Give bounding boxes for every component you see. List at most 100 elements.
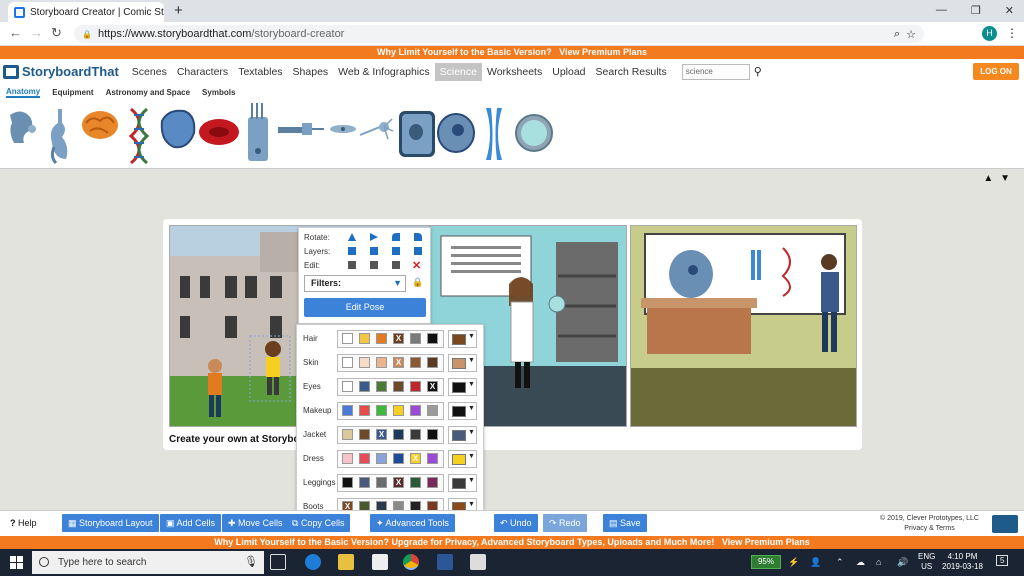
microphone-icon[interactable]: 🎙	[244, 551, 258, 574]
photos-icon[interactable]	[470, 554, 486, 570]
advanced-tools-button[interactable]: ✦ Advanced Tools	[370, 514, 455, 532]
color-swatch[interactable]	[359, 381, 370, 392]
add-cells-button[interactable]: ▣ Add Cells	[160, 514, 222, 532]
color-swatch[interactable]: X	[393, 357, 404, 368]
lock-icon[interactable]: 🔒	[412, 277, 423, 288]
send-back-icon[interactable]	[414, 247, 422, 255]
volume-icon[interactable]: 🔊	[897, 557, 908, 568]
color-swatch[interactable]	[376, 333, 387, 344]
color-swatch[interactable]	[427, 453, 438, 464]
color-swatch[interactable]	[359, 453, 370, 464]
edge-icon[interactable]	[305, 554, 321, 570]
nav-item-science[interactable]: Science	[434, 62, 482, 81]
promo-banner-top[interactable]: Why Limit Yourself to the Basic Version?…	[0, 46, 1024, 59]
copy-cells-button[interactable]: ⧉ Copy Cells	[286, 514, 351, 532]
language-indicator[interactable]: ENG US	[918, 552, 935, 572]
color-swatch[interactable]	[427, 429, 438, 440]
color-swatch[interactable]	[376, 381, 387, 392]
animal-cell-icon[interactable]	[436, 112, 476, 154]
battery-indicator[interactable]: 95%	[751, 555, 781, 569]
color-swatch[interactable]	[427, 357, 438, 368]
help-link[interactable]: ? Help	[10, 518, 37, 528]
nav-item-web-infographics[interactable]: Web & Infographics	[333, 63, 434, 81]
copy-icon[interactable]	[348, 261, 356, 269]
plant-cell-icon[interactable]	[398, 110, 436, 158]
crop-icon[interactable]	[392, 261, 400, 269]
color-picker-dropdown[interactable]: ▼	[448, 330, 477, 348]
color-swatch[interactable]	[410, 357, 421, 368]
login-button[interactable]: LOG ON	[973, 63, 1019, 80]
color-swatch[interactable]	[342, 477, 353, 488]
color-swatch[interactable]	[342, 357, 353, 368]
dna-icon[interactable]	[128, 107, 150, 165]
red-blood-cell-icon[interactable]	[198, 117, 240, 147]
promo-link[interactable]: View Premium Plans	[559, 47, 647, 57]
search-input[interactable]	[681, 63, 750, 80]
bookmark-star-icon[interactable]: ☆	[906, 28, 916, 41]
rotate-right-icon[interactable]	[414, 233, 422, 241]
color-swatch[interactable]	[410, 405, 421, 416]
reload-button[interactable]: ↻	[51, 25, 62, 41]
color-swatch[interactable]	[359, 333, 370, 344]
filters-dropdown[interactable]: Filters: ▼	[304, 275, 406, 292]
minimize-button[interactable]: —	[936, 4, 947, 17]
color-swatch[interactable]	[410, 429, 421, 440]
color-swatch[interactable]	[410, 333, 421, 344]
system-clock[interactable]: 4:10 PM 2019-03-18	[942, 552, 983, 572]
browser-menu-icon[interactable]: ⋮	[1006, 26, 1018, 40]
color-swatch[interactable]	[393, 405, 404, 416]
flip-vertical-icon[interactable]	[348, 233, 356, 241]
color-swatch[interactable]	[393, 453, 404, 464]
flip-horizontal-icon[interactable]	[370, 233, 378, 241]
ear-icon[interactable]	[4, 107, 40, 147]
brain-icon[interactable]	[80, 107, 120, 143]
color-swatch[interactable]	[342, 429, 353, 440]
color-swatch[interactable]	[376, 453, 387, 464]
tray-chevron-icon[interactable]: ⌃	[836, 557, 844, 568]
notification-center-icon[interactable]: 5	[996, 555, 1009, 566]
rotate-left-icon[interactable]	[392, 233, 400, 241]
color-swatch[interactable]	[410, 477, 421, 488]
color-picker-dropdown[interactable]: ▼	[448, 378, 477, 396]
subtab-symbols[interactable]: Symbols	[202, 88, 235, 97]
privacy-link[interactable]: Privacy & Terms	[872, 524, 987, 534]
color-picker-dropdown[interactable]: ▼	[448, 426, 477, 444]
color-picker-dropdown[interactable]: ▼	[448, 402, 477, 420]
nav-item-upload[interactable]: Upload	[547, 63, 590, 81]
color-swatch[interactable]	[342, 453, 353, 464]
scroll-down-button[interactable]: ▼	[1000, 173, 1012, 184]
color-swatch[interactable]: X	[410, 453, 421, 464]
bring-forward-icon[interactable]	[370, 247, 378, 255]
subtab-astronomy-and-space[interactable]: Astronomy and Space	[106, 88, 190, 97]
color-swatch[interactable]	[342, 405, 353, 416]
resize-icon[interactable]	[370, 261, 378, 269]
storyboard-layout-button[interactable]: ▦ Storyboard Layout	[62, 514, 159, 532]
color-swatch[interactable]	[376, 477, 387, 488]
people-icon[interactable]: 👤	[810, 557, 821, 568]
color-swatch[interactable]	[376, 405, 387, 416]
omnibox[interactable]: 🔒 https://www.storyboardthat.com/storybo…	[74, 25, 924, 43]
color-swatch[interactable]	[376, 357, 387, 368]
color-swatch[interactable]: X	[427, 381, 438, 392]
color-swatch[interactable]	[427, 477, 438, 488]
delete-icon[interactable]: ✕	[412, 259, 421, 272]
color-swatch[interactable]	[393, 429, 404, 440]
save-button[interactable]: ▤ Save	[603, 514, 647, 532]
chromosome-icon[interactable]	[484, 106, 504, 162]
color-swatch[interactable]	[427, 405, 438, 416]
storyboard-cell-3[interactable]	[630, 225, 857, 427]
color-picker-dropdown[interactable]: ▼	[448, 354, 477, 372]
task-view-icon[interactable]	[270, 554, 286, 570]
network-icon[interactable]: ⌂	[876, 557, 881, 567]
nav-item-shapes[interactable]: Shapes	[288, 63, 334, 81]
chrome-icon[interactable]	[403, 554, 419, 570]
browser-tab[interactable]: Storyboard Creator | Comic Strip ✕	[8, 2, 164, 22]
color-swatch[interactable]	[342, 333, 353, 344]
forward-button[interactable]: →	[30, 25, 43, 40]
nav-item-characters[interactable]: Characters	[172, 63, 233, 81]
magnifier-icon[interactable]: ⚲	[754, 65, 762, 78]
color-picker-dropdown[interactable]: ▼	[448, 474, 477, 492]
site-logo[interactable]: StoryboardThat	[3, 64, 119, 79]
color-swatch[interactable]: X	[393, 333, 404, 344]
nav-item-search-results[interactable]: Search Results	[591, 63, 672, 81]
